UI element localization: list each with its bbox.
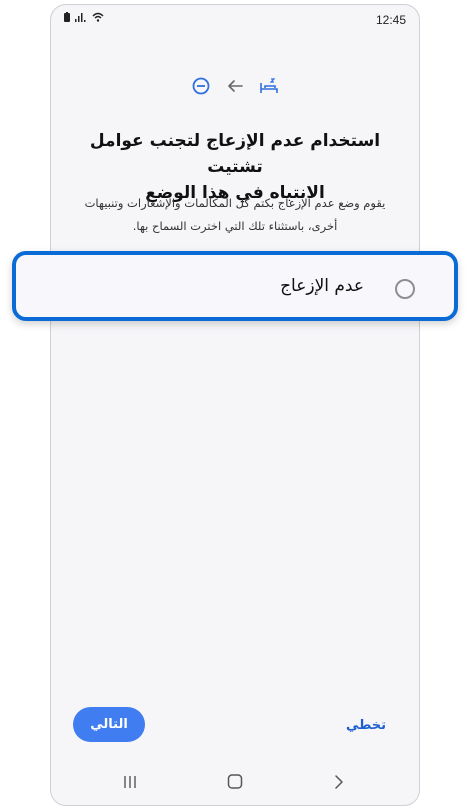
recent-apps-icon[interactable] xyxy=(122,774,138,790)
battery-icon xyxy=(64,12,70,22)
option-label: عدم الإزعاج xyxy=(280,276,364,296)
option-radio-button[interactable] xyxy=(395,279,415,299)
home-icon[interactable] xyxy=(227,773,243,791)
clock: 12:45 xyxy=(375,13,406,27)
back-icon[interactable] xyxy=(332,774,346,790)
wifi-icon xyxy=(92,12,104,22)
back-arrow-icon[interactable] xyxy=(225,76,245,96)
navigation-bar xyxy=(50,768,420,798)
skip-button[interactable]: تخطي xyxy=(336,714,396,736)
status-bar: 12:45 xyxy=(64,12,406,28)
page-description: يقوم وضع عدم الإزعاج بكتم كل المكالمات و… xyxy=(84,196,386,233)
do-not-disturb-option[interactable]: عدم الإزعاج xyxy=(12,251,458,321)
signal-icon xyxy=(75,13,86,22)
next-button[interactable]: التالي xyxy=(73,707,145,742)
header-icons xyxy=(0,76,470,96)
do-not-disturb-icon xyxy=(192,77,210,95)
sleep-icon xyxy=(260,78,278,93)
phone-frame xyxy=(50,4,420,806)
